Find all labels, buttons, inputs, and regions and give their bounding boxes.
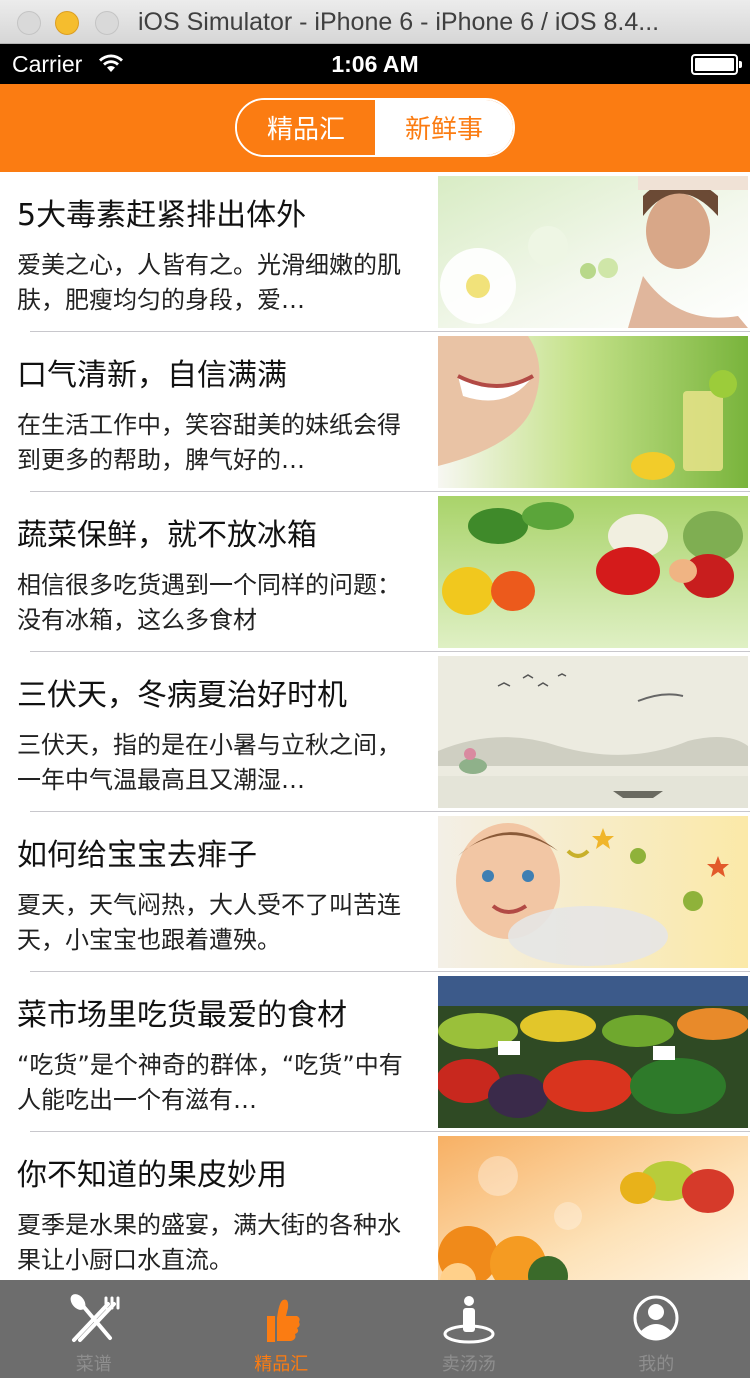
article-summary: 爱美之心，人皆有之。光滑细嫩的肌肤，肥瘦均匀的身段，爱…	[17, 251, 401, 314]
article-title: 口气清新，自信满满	[17, 358, 287, 393]
article-title: 三伏天，冬病夏治好时机	[17, 678, 347, 713]
tab-label: 菜谱	[75, 1354, 112, 1375]
article-thumbnail	[438, 496, 748, 648]
article-title: 5大毒素赶紧排出体外	[17, 198, 307, 233]
person-pin-icon	[443, 1296, 495, 1344]
tab-label: 精品汇	[254, 1354, 309, 1375]
segmented-control: 精品汇 新鲜事	[235, 98, 515, 157]
window-title: iOS Simulator - iPhone 6 - iPhone 6 / iO…	[138, 8, 660, 36]
article-summary: 在生活工作中，笑容甜美的妹纸会得到更多的帮助，脾气好的…	[17, 411, 401, 474]
list-item[interactable]: 5大毒素赶紧排出体外 爱美之心，人皆有之。光滑细嫩的肌肤，肥瘦均匀的身段，爱…	[0, 172, 750, 332]
article-title: 如何给宝宝去痱子	[17, 838, 257, 873]
article-thumbnail	[438, 656, 748, 808]
article-summary: “吃货”是个神奇的群体，“吃货”中有人能吃出一个有滋有…	[17, 1051, 403, 1114]
article-title: 蔬菜保鲜，就不放冰箱	[17, 518, 317, 553]
window-close-button[interactable]	[17, 11, 41, 35]
tab-me[interactable]: 我的	[563, 1280, 750, 1378]
status-bar: Carrier 1:06 AM	[0, 44, 750, 84]
user-circle-icon	[633, 1295, 679, 1341]
simulator-title-bar: iOS Simulator - iPhone 6 - iPhone 6 / iO…	[0, 0, 750, 44]
list-item[interactable]: 菜市场里吃货最爱的食材 “吃货”是个神奇的群体，“吃货”中有人能吃出一个有滋有…	[0, 972, 750, 1132]
tab-recipes[interactable]: 菜谱	[0, 1280, 188, 1378]
tab-label: 卖汤汤	[441, 1354, 496, 1375]
article-thumbnail	[438, 816, 748, 968]
segment-xinxianshi[interactable]: 新鲜事	[375, 100, 513, 155]
list-item[interactable]: 你不知道的果皮妙用 夏季是水果的盛宴，满大街的各种水果让小厨口水直流。	[0, 1132, 750, 1280]
tab-maitangtang[interactable]: 卖汤汤	[375, 1280, 563, 1378]
battery-icon	[691, 54, 742, 75]
article-title: 你不知道的果皮妙用	[17, 1158, 287, 1193]
segment-jingpinhui[interactable]: 精品汇	[237, 100, 375, 155]
clock: 1:06 AM	[331, 51, 419, 77]
navigation-bar: 精品汇 新鲜事	[0, 84, 750, 172]
window-zoom-button[interactable]	[95, 11, 119, 35]
article-thumbnail	[438, 176, 748, 328]
article-summary: 三伏天，指的是在小暑与立秋之间，一年中气温最高且又潮湿…	[17, 731, 401, 794]
tab-jingpinhui[interactable]: 精品汇	[188, 1280, 376, 1378]
article-summary: 夏天，天气闷热，大人受不了叫苦连天，小宝宝也跟着遭殃。	[17, 891, 401, 954]
list-item[interactable]: 如何给宝宝去痱子 夏天，天气闷热，大人受不了叫苦连天，小宝宝也跟着遭殃。	[0, 812, 750, 972]
fork-knife-icon	[70, 1294, 120, 1342]
article-thumbnail	[438, 976, 748, 1128]
article-list[interactable]: 5大毒素赶紧排出体外 爱美之心，人皆有之。光滑细嫩的肌肤，肥瘦均匀的身段，爱…	[0, 172, 750, 1280]
window-minimize-button[interactable]	[55, 11, 79, 35]
article-summary: 相信很多吃货遇到一个同样的问题：没有冰箱，这么多食材	[17, 571, 401, 634]
tab-bar: 菜谱 精品汇 卖汤汤 我的	[0, 1280, 750, 1378]
article-summary: 夏季是水果的盛宴，满大街的各种水果让小厨口水直流。	[17, 1211, 401, 1274]
list-item[interactable]: 三伏天，冬病夏治好时机 三伏天，指的是在小暑与立秋之间，一年中气温最高且又潮湿…	[0, 652, 750, 812]
thumbs-up-icon	[267, 1299, 300, 1342]
article-thumbnail	[438, 1136, 748, 1280]
list-item[interactable]: 蔬菜保鲜，就不放冰箱 相信很多吃货遇到一个同样的问题：没有冰箱，这么多食材	[0, 492, 750, 652]
article-thumbnail	[438, 336, 748, 488]
list-item[interactable]: 口气清新，自信满满 在生活工作中，笑容甜美的妹纸会得到更多的帮助，脾气好的…	[0, 332, 750, 492]
article-title: 菜市场里吃货最爱的食材	[17, 998, 347, 1033]
tab-label: 我的	[638, 1354, 675, 1375]
